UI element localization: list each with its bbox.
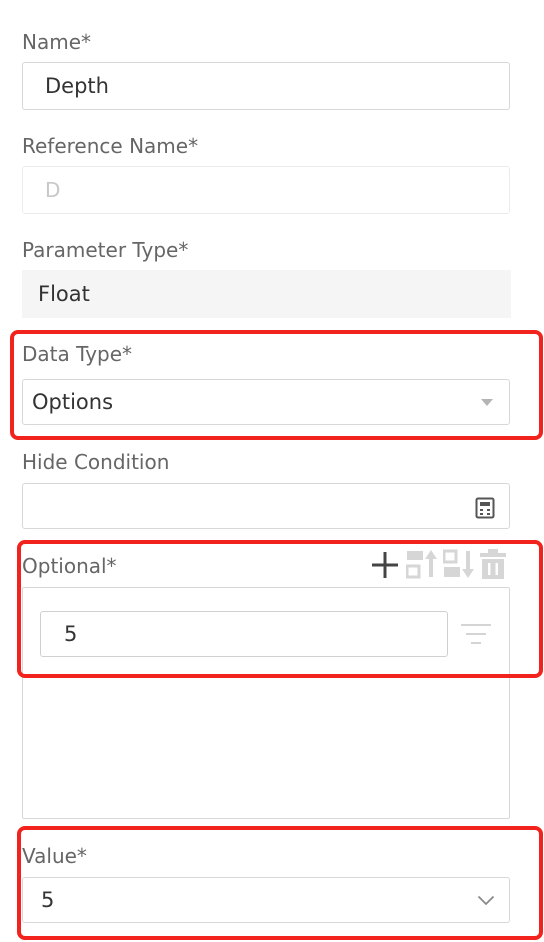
value-label: Value* xyxy=(22,844,87,868)
move-up-icon[interactable] xyxy=(406,549,438,579)
caret-down-icon xyxy=(481,399,493,406)
data-type-select[interactable]: Options xyxy=(22,379,510,425)
name-value: Depth xyxy=(45,74,109,98)
parameter-type-field: Float xyxy=(22,270,511,318)
data-type-value: Options xyxy=(32,390,114,414)
hide-condition-label: Hide Condition xyxy=(22,450,170,474)
parameter-form: Name* Depth Reference Name* D Parameter … xyxy=(0,0,544,942)
parameter-type-value: Float xyxy=(38,282,90,306)
value-selected: 5 xyxy=(41,888,55,912)
option-input[interactable]: 5 xyxy=(40,611,448,657)
hide-condition-input[interactable] xyxy=(22,483,510,529)
delete-icon[interactable] xyxy=(478,548,508,580)
parameter-type-label: Parameter Type* xyxy=(22,238,189,262)
calculator-icon[interactable] xyxy=(475,497,495,519)
chevron-down-icon xyxy=(477,895,495,906)
name-input[interactable]: Depth xyxy=(22,62,510,110)
filter-icon[interactable] xyxy=(460,622,492,646)
plus-icon[interactable] xyxy=(370,550,400,580)
option-value: 5 xyxy=(64,622,78,646)
optional-list: 5 xyxy=(22,587,510,819)
reference-name-input: D xyxy=(22,166,510,214)
reference-name-placeholder: D xyxy=(45,178,61,202)
move-down-icon[interactable] xyxy=(443,549,475,579)
reference-name-label: Reference Name* xyxy=(22,134,199,158)
name-label: Name* xyxy=(22,30,92,54)
value-select[interactable]: 5 xyxy=(22,877,510,923)
optional-label: Optional* xyxy=(22,554,117,578)
data-type-label: Data Type* xyxy=(22,342,133,366)
